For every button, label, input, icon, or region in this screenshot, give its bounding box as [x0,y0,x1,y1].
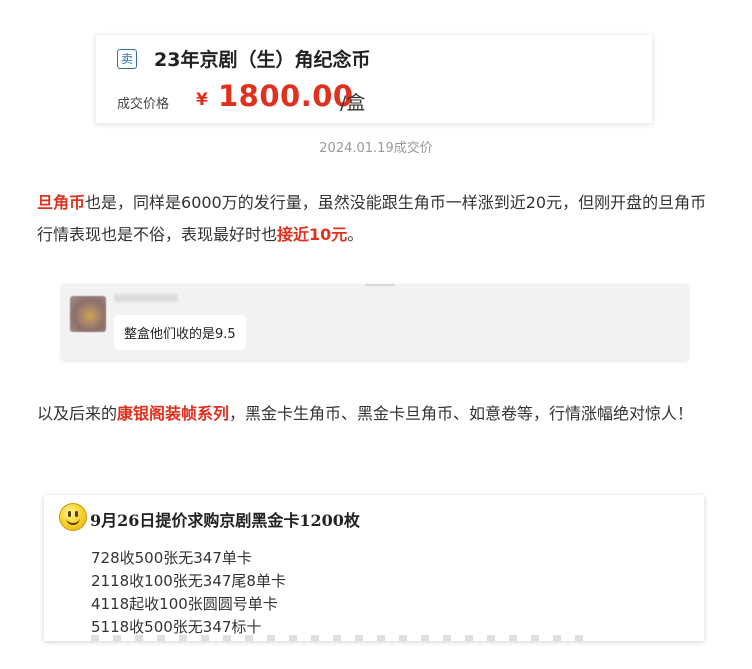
paragraph-text: ，黑金卡生角币、黑金卡旦角币、如意卷等，行情涨幅绝对惊人！ [229,404,694,423]
highlight-text: 接近10元 [277,225,348,244]
offer-list: 728收500张无347单卡 2118收100张无347尾8单卡 4118起收1… [91,547,286,639]
article-paragraph: 以及后来的康银阁装帧系列，黑金卡生角币、黑金卡旦角币、如意卷等，行情涨幅绝对惊人… [37,398,717,430]
paragraph-text: 。 [347,225,364,244]
article-paragraph: 旦角币也是，同样是6000万的发行量，虽然没能跟生角币一样涨到近20元，但刚开盘… [37,187,717,251]
product-title: 23年京剧（生）角纪念币 [154,49,371,71]
currency-symbol: ¥ [196,90,208,110]
deal-date: 2024.01.19成交价 [319,141,433,156]
list-item: 2118收100张无347尾8单卡 [91,572,286,590]
smiley-icon [59,503,87,531]
avatar [70,296,106,332]
blurred-username [114,294,178,302]
list-item: 4118起收100张圆圆号单卡 [91,595,278,613]
sell-tag-icon: 卖 [117,49,137,69]
price-label: 成交价格 [117,97,170,112]
offer-screenshot: 9月26日提价求购京剧黑金卡1200枚 728收500张无347单卡 2118收… [44,495,704,641]
price-value: 1800.00 [218,79,354,113]
chat-message: 整盒他们收的是9.5 [114,315,246,350]
divider [365,284,395,286]
price-unit: /盒 [340,92,366,114]
offer-title: 9月26日提价求购京剧黑金卡1200枚 [90,511,360,530]
paragraph-text: 以及后来的 [37,404,118,423]
chat-screenshot: 整盒他们收的是9.5 [62,284,688,360]
paragraph-text: 也是，同样是6000万的发行量，虽然没能跟生角币一样涨到近20元，但刚开盘的旦角… [37,193,707,244]
highlight-text: 康银阁装帧系列 [117,404,230,423]
cut-off-text [91,635,591,641]
list-item: 728收500张无347单卡 [91,549,252,567]
price-card: 卖 23年京剧（生）角纪念币 成交价格 ¥ 1800.00 /盒 [96,35,652,123]
highlight-text: 旦角币 [37,193,86,212]
